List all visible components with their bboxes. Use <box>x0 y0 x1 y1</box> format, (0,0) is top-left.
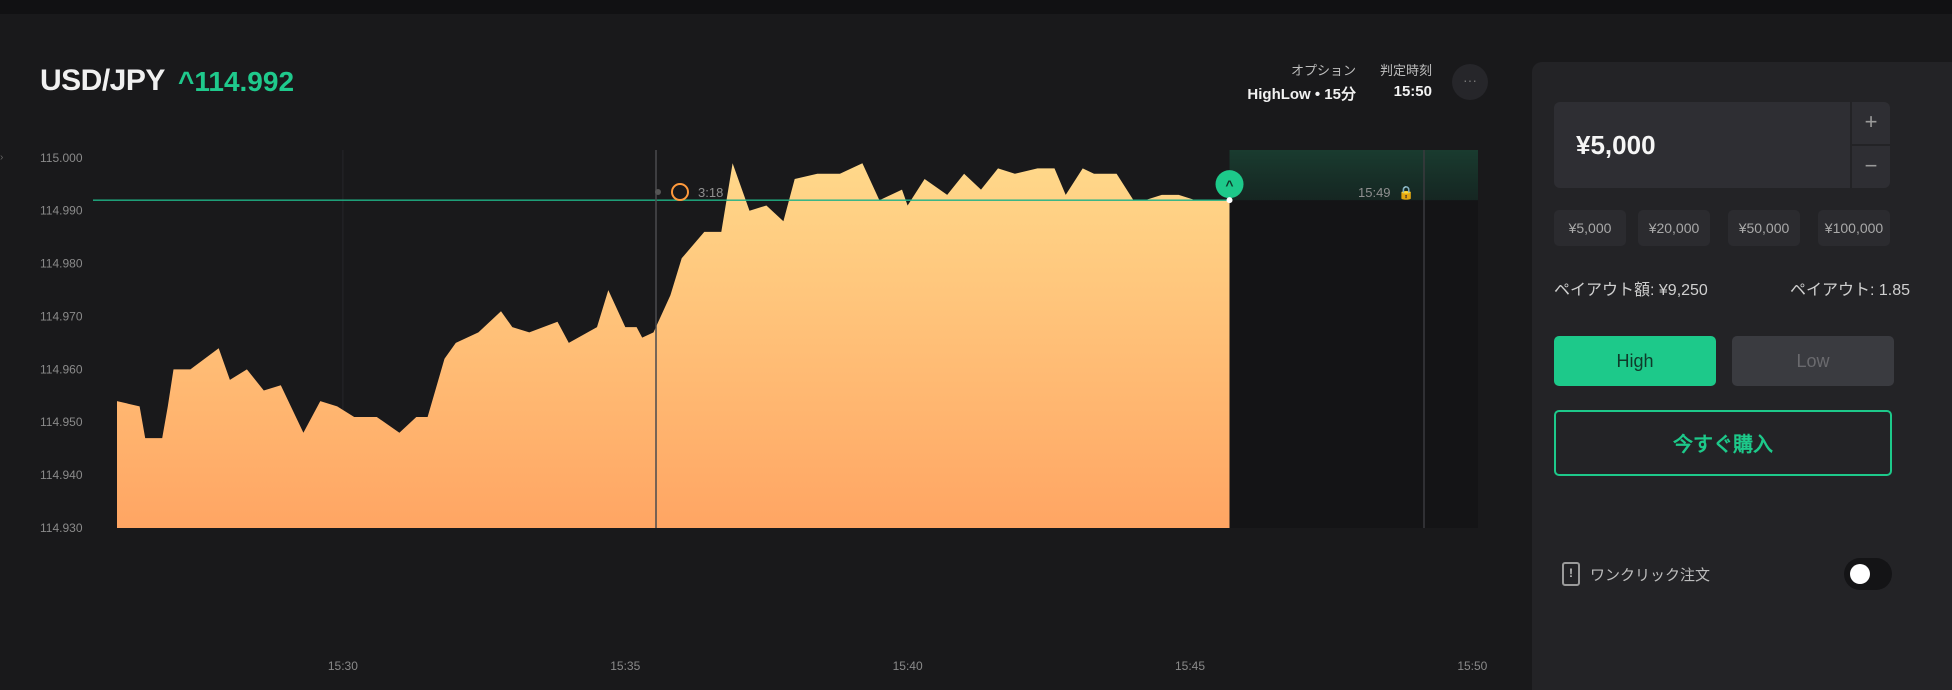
expiry-value: 15:50 <box>1393 83 1432 100</box>
amount-chip-100000[interactable]: ¥100,000 <box>1818 210 1890 246</box>
timer-label: 3:18 <box>698 185 723 200</box>
one-click-label: ワンクリック注文 <box>1590 567 1711 584</box>
decrease-amount-button[interactable]: − <box>1852 146 1890 188</box>
top-bar <box>0 0 1952 14</box>
payout-rate: ペイアウト: 1.85 <box>1789 282 1910 299</box>
x-tick-label: 15:30 <box>328 659 358 673</box>
amount-chip-50000[interactable]: ¥50,000 <box>1728 210 1800 246</box>
chevron-up-icon: ^ <box>1225 177 1233 193</box>
close-time-label: 15:49 <box>1358 185 1391 200</box>
y-tick-label: 115.000 <box>40 151 83 165</box>
one-click-icon: ! <box>1562 562 1580 586</box>
y-tick-label: 114.990 <box>40 204 83 218</box>
amount-input[interactable]: ¥5,000 <box>1554 102 1850 188</box>
y-tick-label: 114.950 <box>40 415 83 429</box>
current-price: ^114.992 <box>178 66 295 97</box>
x-tick-label: 15:40 <box>893 659 923 673</box>
price-area <box>117 163 1230 528</box>
one-click-toggle[interactable] <box>1844 558 1892 590</box>
amount-chip-20000[interactable]: ¥20,000 <box>1638 210 1710 246</box>
payout-amount: ペイアウト額: ¥9,250 <box>1554 282 1708 299</box>
toggle-knob <box>1850 564 1870 584</box>
future-zone <box>1229 150 1478 528</box>
x-axis: 15:30 15:35 15:40 15:45 15:50 <box>328 659 1488 673</box>
buy-now-button[interactable]: 今すぐ購入 <box>1554 410 1892 476</box>
timer-icon <box>671 183 689 201</box>
trade-panel: ¥5,000 + − ¥5,000 ¥20,000 ¥50,000 ¥100,0… <box>1532 62 1952 690</box>
y-tick-label: 114.960 <box>40 362 83 376</box>
expiry-info: 判定時刻 15:50 <box>1372 60 1432 100</box>
x-tick-label: 15:35 <box>610 659 640 673</box>
option-value: HighLow • 15分 <box>1247 86 1356 103</box>
y-tick-label: 114.970 <box>40 309 83 323</box>
increase-amount-button[interactable]: + <box>1852 102 1890 144</box>
y-tick-label: 114.930 <box>40 521 83 535</box>
more-options-button[interactable]: ··· <box>1452 64 1488 100</box>
y-axis: 115.000 114.990 114.980 114.970 114.960 114.9… <box>40 151 83 535</box>
price-dot <box>1226 197 1233 204</box>
option-info: オプション HighLow • 15分 <box>1236 60 1356 104</box>
amount-value: ¥5,000 <box>1576 130 1656 160</box>
high-button[interactable]: High <box>1554 336 1716 386</box>
price-chart[interactable]: 115.000 114.990 114.980 114.970 114.960 114.9… <box>0 110 1500 680</box>
expiry-label: 判定時刻 <box>1379 63 1432 78</box>
x-tick-label: 15:45 <box>1175 659 1205 673</box>
y-tick-label: 114.940 <box>40 468 83 482</box>
target-zone <box>1229 150 1478 201</box>
x-tick-label: 15:50 <box>1457 659 1487 673</box>
currency-pair-title[interactable]: USD/JPY <box>40 64 165 98</box>
timer-dot-icon <box>655 189 661 195</box>
low-button[interactable]: Low <box>1732 336 1894 386</box>
option-label: オプション <box>1290 63 1356 78</box>
amount-chip-5000[interactable]: ¥5,000 <box>1554 210 1626 246</box>
lock-icon: 🔒 <box>1398 185 1414 200</box>
y-tick-label: 114.980 <box>40 257 83 271</box>
